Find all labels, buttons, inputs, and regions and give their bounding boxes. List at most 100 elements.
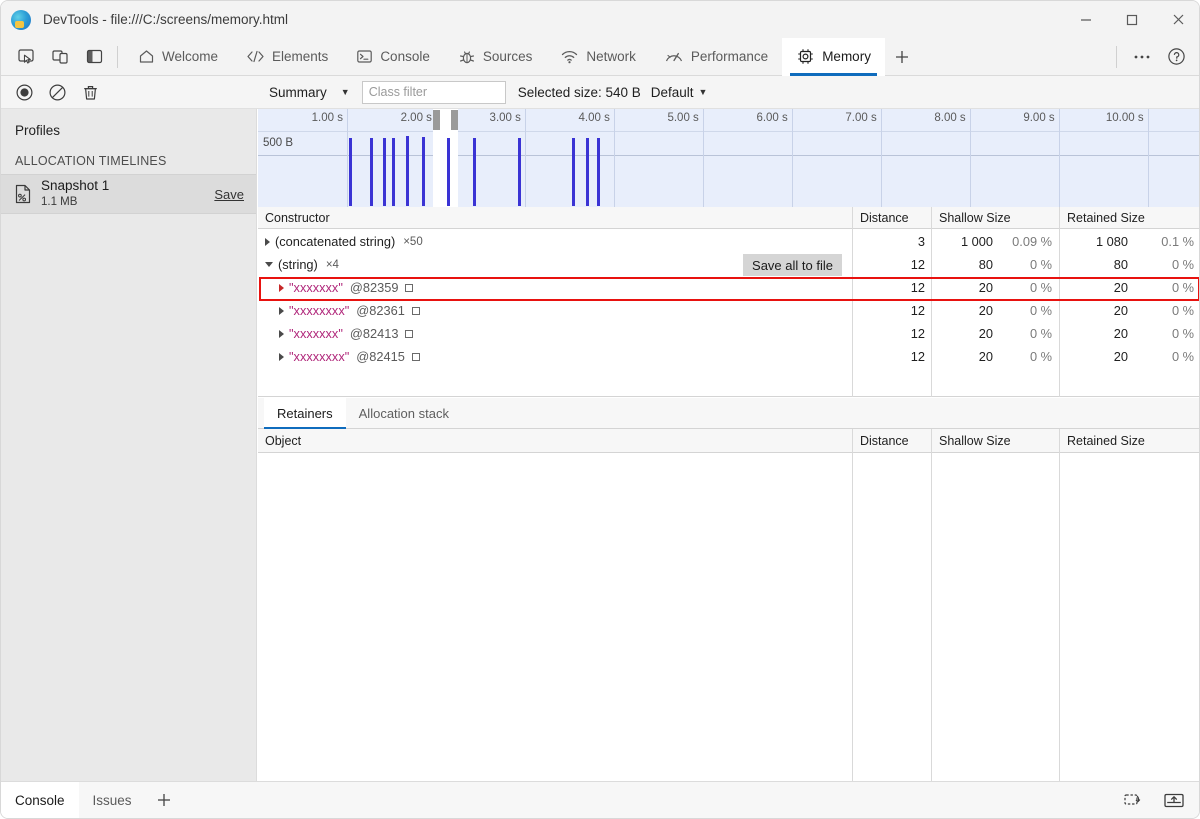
timeline-window-left-handle[interactable] xyxy=(433,110,440,130)
inspect-element-button[interactable] xyxy=(9,42,43,72)
column-header-object[interactable]: Object xyxy=(258,429,852,453)
column-header-distance[interactable]: Distance xyxy=(853,207,931,229)
retainers-grid-header: Object Distance Shallow Size Retained Si… xyxy=(258,429,1200,453)
grid-column-divider xyxy=(931,429,932,453)
chevron-right-icon[interactable] xyxy=(265,238,270,246)
column-header-constructor[interactable]: Constructor xyxy=(258,207,852,229)
sidebar-item-snapshot-1[interactable]: Snapshot 1 1.1 MB Save xyxy=(1,174,256,214)
timeline-window-right-handle[interactable] xyxy=(451,110,458,130)
panel-layout-button[interactable] xyxy=(77,42,111,72)
row-count: ×50 xyxy=(403,236,423,248)
record-circle-icon[interactable] xyxy=(9,79,39,105)
timeline-tick: 10.00 s xyxy=(1148,109,1149,207)
chevron-down-icon[interactable] xyxy=(265,262,273,267)
performance-gauge-icon xyxy=(664,48,684,65)
chevron-right-icon[interactable] xyxy=(279,284,284,292)
code-brackets-icon xyxy=(246,48,265,65)
table-row[interactable]: "xxxxxxx"@8235912200 %200 % xyxy=(258,276,1200,299)
window-title: DevTools - file:///C:/screens/memory.htm… xyxy=(43,12,288,27)
chevron-right-icon[interactable] xyxy=(279,307,284,315)
tab-sources[interactable]: Sources xyxy=(444,38,547,76)
timeline-tick-label: 7.00 s xyxy=(845,112,876,124)
column-header-distance[interactable]: Distance xyxy=(853,429,931,453)
reveal-object-icon[interactable] xyxy=(405,284,413,292)
table-row[interactable]: "xxxxxxxx"@8241512200 %200 % xyxy=(258,345,1200,368)
sidebar-title: Profiles xyxy=(1,109,256,138)
timeline-tick: 8.00 s xyxy=(970,109,971,207)
drawer-tab-issues[interactable]: Issues xyxy=(79,782,146,819)
row-label: "xxxxxxx"@82413 xyxy=(265,322,413,345)
allocation-timeline-chart[interactable]: 500 B 1.00 s2.00 s3.00 s4.00 s5.00 s6.00… xyxy=(258,109,1200,207)
cell-distance: 12 xyxy=(853,299,925,322)
save-all-to-file-button[interactable]: Save all to file xyxy=(743,254,842,276)
no-entry-icon[interactable] xyxy=(42,79,72,105)
tab-network[interactable]: Network xyxy=(546,38,650,76)
reveal-object-icon[interactable] xyxy=(405,330,413,338)
tab-label: Performance xyxy=(691,49,768,64)
dock-export-icon[interactable] xyxy=(1157,786,1191,814)
table-row[interactable]: (concatenated string)×5031 0000.09 %1 08… xyxy=(258,230,1200,253)
tab-memory[interactable]: Memory xyxy=(782,38,885,76)
grid-column-divider xyxy=(931,453,932,782)
help-circle-icon[interactable] xyxy=(1159,42,1193,72)
cell-distance: 12 xyxy=(853,253,925,276)
drawer-add-tab-button[interactable] xyxy=(146,782,182,819)
row-object-id: @82359 xyxy=(350,280,399,295)
table-row[interactable]: "xxxxxxx"@8241312200 %200 % xyxy=(258,322,1200,345)
drawer-tab-console[interactable]: Console xyxy=(1,782,79,819)
column-header-shallow-size[interactable]: Shallow Size xyxy=(932,207,1059,229)
row-label: "xxxxxxxx"@82415 xyxy=(265,345,420,368)
chevron-right-icon[interactable] xyxy=(279,353,284,361)
timeline-tick: 6.00 s xyxy=(792,109,793,207)
tab-allocation-stack[interactable]: Allocation stack xyxy=(346,398,462,429)
column-header-retained-size[interactable]: Retained Size xyxy=(1060,429,1200,453)
trash-icon[interactable] xyxy=(75,79,105,105)
column-header-shallow-size[interactable]: Shallow Size xyxy=(932,429,1059,453)
tab-performance[interactable]: Performance xyxy=(650,38,782,76)
memory-toolbar-left xyxy=(1,79,257,105)
timeline-tick-label: 4.00 s xyxy=(579,112,610,124)
timeline-bar xyxy=(586,138,589,206)
table-row[interactable]: (string)×412800 %800 % xyxy=(258,253,1200,276)
title-bar: DevTools - file:///C:/screens/memory.htm… xyxy=(1,1,1200,38)
table-row[interactable]: "xxxxxxxx"@8236112200 %200 % xyxy=(258,299,1200,322)
cell-retained-size: 20 xyxy=(1060,299,1128,322)
selected-size-label: Selected size: 540 B xyxy=(518,85,641,100)
cell-retained-percent: 0.1 % xyxy=(1132,230,1194,253)
retainers-pane-tabs: Retainers Allocation stack xyxy=(258,398,1200,429)
sidebar-section-allocation-timelines: ALLOCATION TIMELINES xyxy=(1,138,256,174)
cell-retained-percent: 0 % xyxy=(1132,345,1194,368)
device-emulation-button[interactable] xyxy=(43,42,77,72)
base-snapshot-select[interactable]: Default ▼ xyxy=(651,85,708,100)
tab-welcome[interactable]: Welcome xyxy=(124,38,232,76)
cell-shallow-percent: 0 % xyxy=(997,276,1052,299)
chevron-right-icon[interactable] xyxy=(279,330,284,338)
maximize-button[interactable] xyxy=(1109,1,1155,38)
reveal-object-icon[interactable] xyxy=(412,307,420,315)
cell-shallow-size: 1 000 xyxy=(932,230,993,253)
tab-retainers[interactable]: Retainers xyxy=(264,398,346,429)
timeline-bar xyxy=(392,138,395,206)
class-filter-input[interactable]: Class filter xyxy=(362,81,506,104)
row-object-id: @82415 xyxy=(356,349,405,364)
timeline-tick-label: 5.00 s xyxy=(667,112,698,124)
cell-shallow-size: 20 xyxy=(932,299,993,322)
tab-label: Sources xyxy=(483,49,533,64)
more-options-icon[interactable] xyxy=(1125,42,1159,72)
cell-retained-size: 20 xyxy=(1060,322,1128,345)
cell-shallow-percent: 0 % xyxy=(997,299,1052,322)
cell-shallow-percent: 0 % xyxy=(997,322,1052,345)
add-panel-button[interactable] xyxy=(885,38,919,76)
timeline-bar xyxy=(370,138,373,206)
retainers-grid-body xyxy=(258,453,1200,782)
column-header-retained-size[interactable]: Retained Size xyxy=(1060,207,1200,229)
screencast-refresh-icon[interactable] xyxy=(1117,786,1151,814)
minimize-button[interactable] xyxy=(1063,1,1109,38)
reveal-object-icon[interactable] xyxy=(412,353,420,361)
snapshot-save-link[interactable]: Save xyxy=(214,187,244,202)
view-mode-select[interactable]: Summary ▼ xyxy=(263,79,356,105)
tab-elements[interactable]: Elements xyxy=(232,38,342,76)
panel-tabs: Welcome Elements Console Sources xyxy=(124,38,919,76)
tab-console[interactable]: Console xyxy=(342,38,444,76)
close-button[interactable] xyxy=(1155,1,1200,38)
